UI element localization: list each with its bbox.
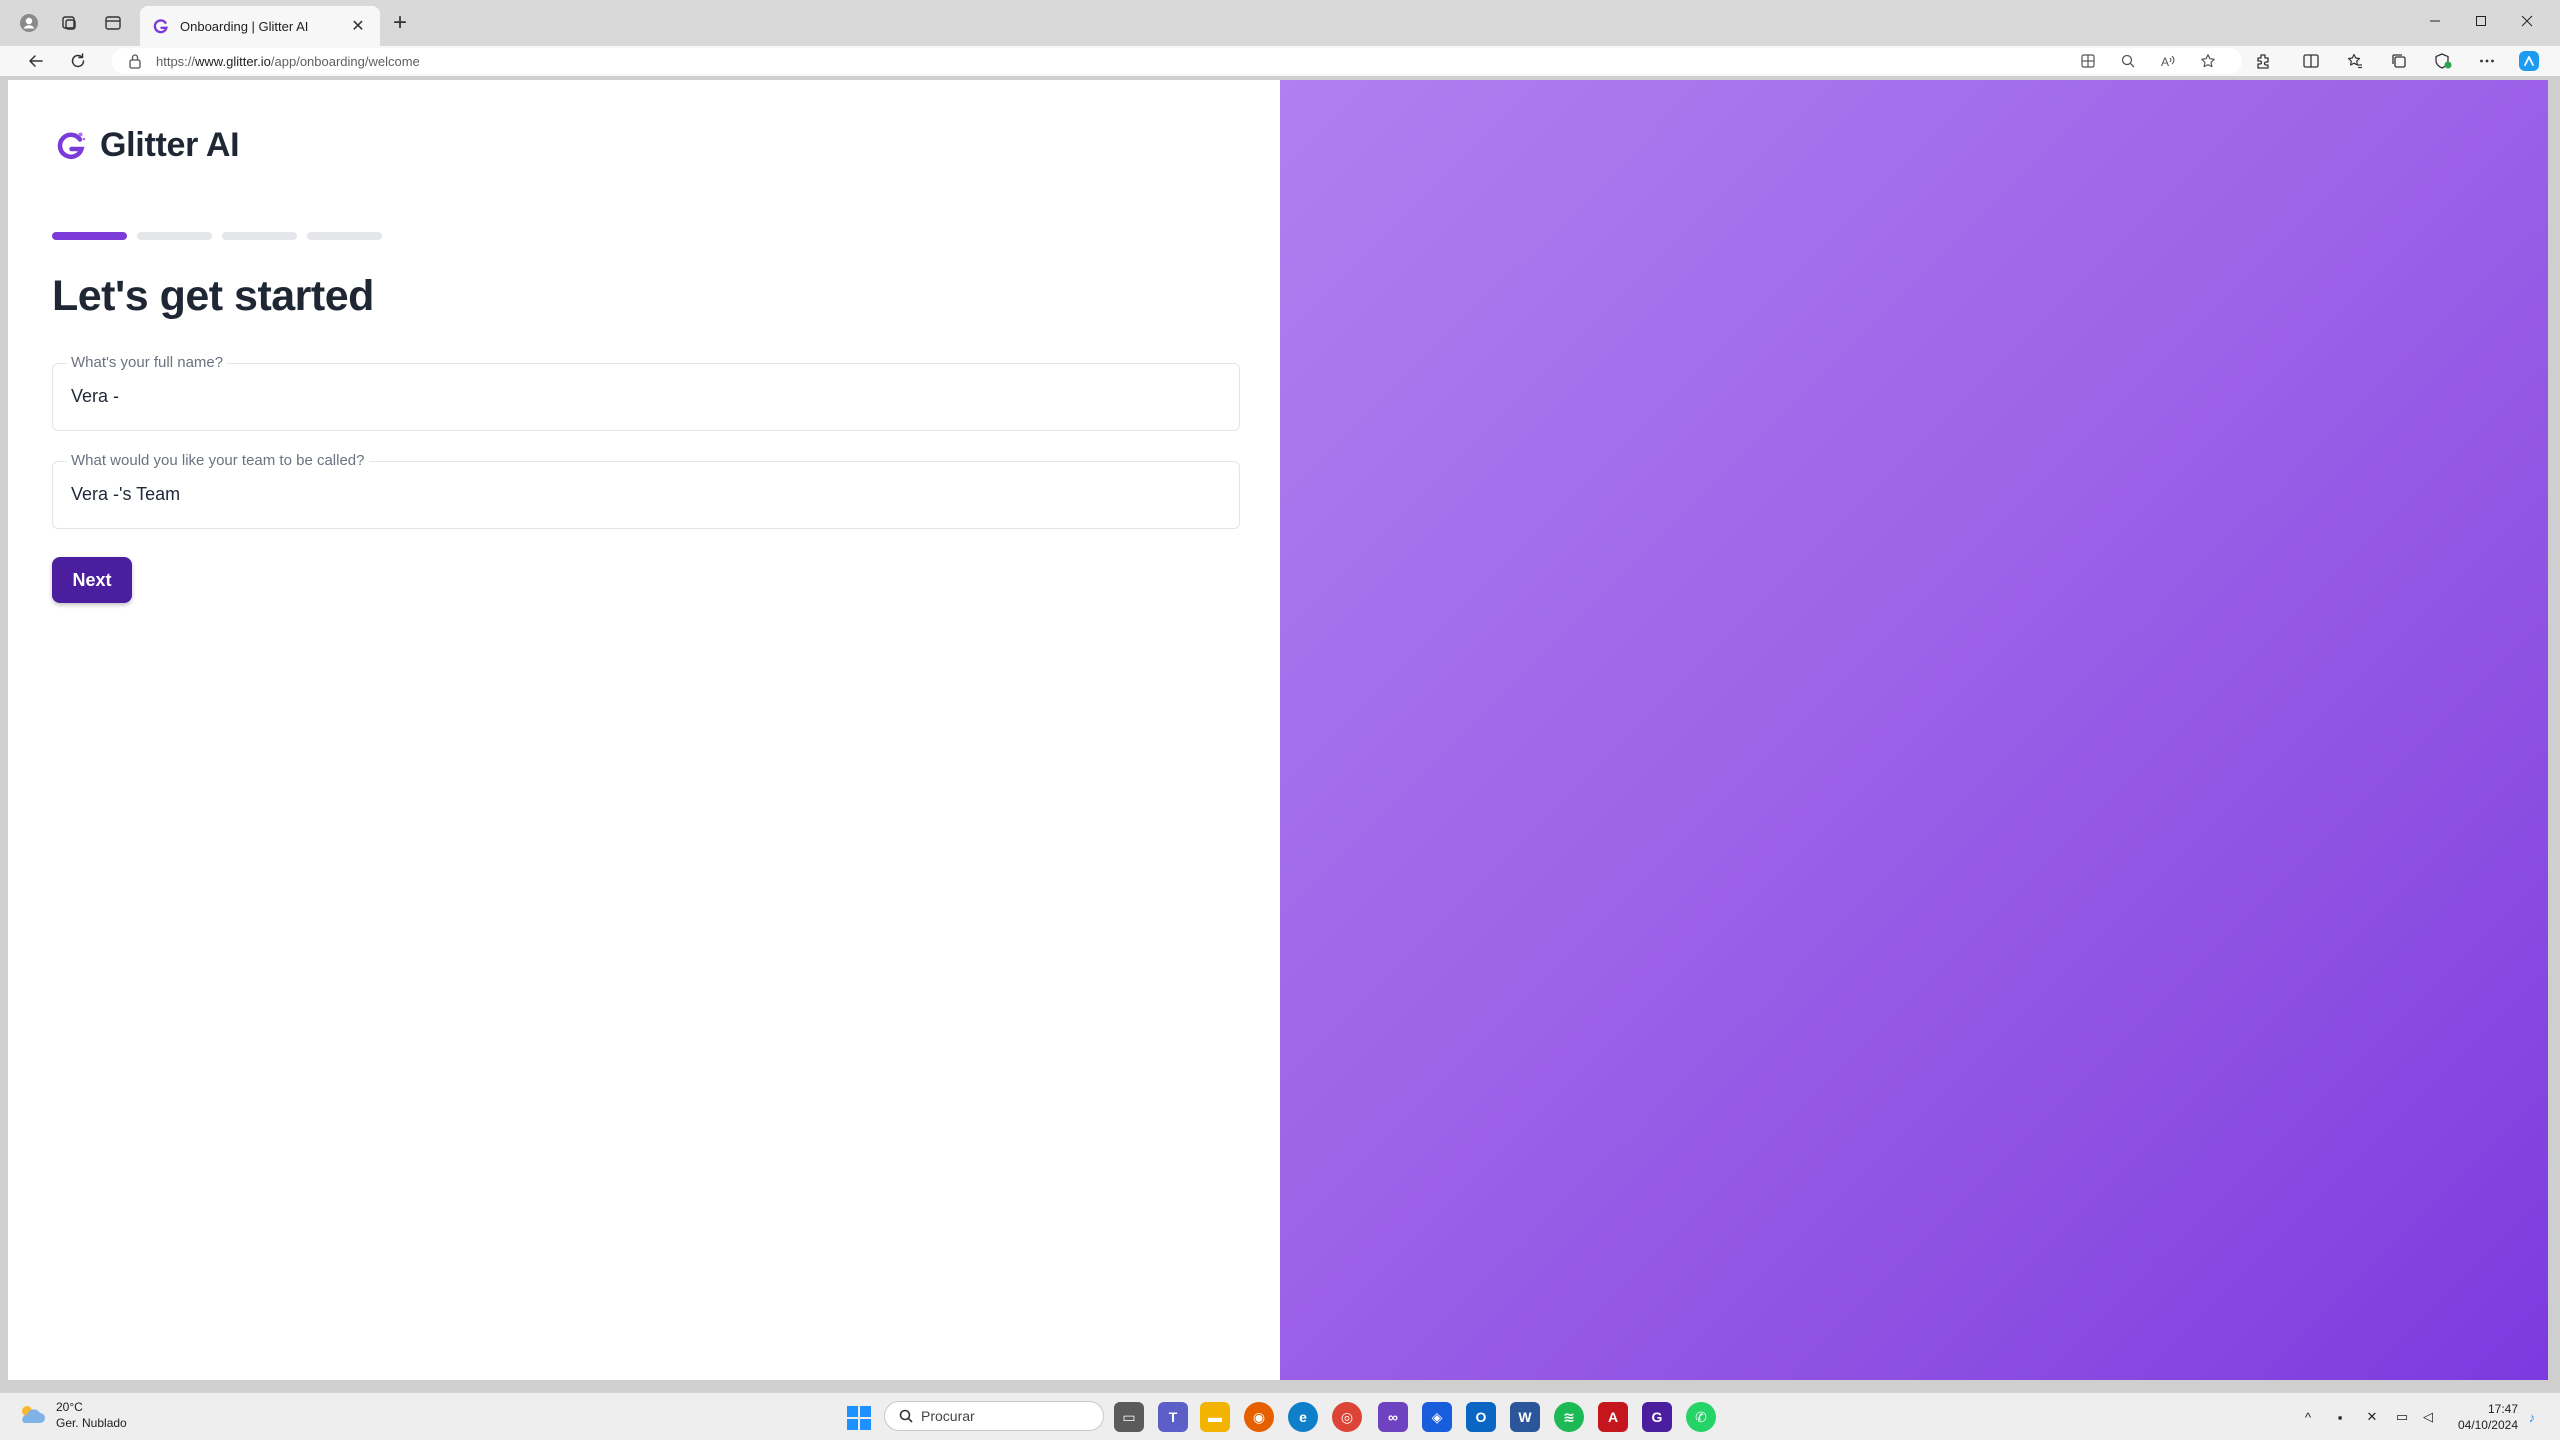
- tab-title: Onboarding | Glitter AI: [180, 18, 309, 34]
- zoom-icon[interactable]: [2116, 50, 2140, 72]
- tray-app-icon[interactable]: ▪: [2330, 1407, 2350, 1427]
- team-name-field[interactable]: What would you like your team to be call…: [52, 452, 1240, 529]
- brand-name: Glitter AI: [100, 126, 240, 164]
- progress-step-2: [137, 232, 212, 240]
- browser-toolbar: https://www.glitter.io/app/onboarding/we…: [0, 46, 2560, 76]
- clock-time: 17:47: [2487, 1402, 2518, 1416]
- address-bar[interactable]: https://www.glitter.io/app/onboarding/we…: [112, 48, 2242, 74]
- weather-desc: Ger. Nublado: [56, 1416, 127, 1430]
- progress-step-3: [222, 232, 297, 240]
- pdf-icon[interactable]: A: [1598, 1402, 1628, 1432]
- new-tab-button[interactable]: +: [386, 10, 414, 38]
- glitter-logo-icon: [57, 132, 86, 159]
- refresh-icon[interactable]: [62, 46, 94, 76]
- spotify-icon[interactable]: ≋: [1554, 1402, 1584, 1432]
- notification-bell-icon[interactable]: ♪: [2522, 1407, 2542, 1427]
- tab-onboarding[interactable]: Onboarding | Glitter AI ✕: [140, 6, 380, 46]
- edge-icon[interactable]: e: [1288, 1402, 1318, 1432]
- task-view-icon[interactable]: ▭: [1114, 1402, 1144, 1432]
- progress-step-1: [52, 232, 127, 240]
- volume-icon[interactable]: ◁: [2418, 1407, 2438, 1427]
- profile-icon[interactable]: [14, 9, 44, 37]
- next-button[interactable]: Next: [52, 557, 132, 603]
- firefox-icon[interactable]: ◉: [1244, 1402, 1274, 1432]
- tab-actions-icon[interactable]: [98, 9, 128, 37]
- copilot-icon[interactable]: [2514, 49, 2544, 73]
- system-clock[interactable]: 17:47 04/10/2024: [2448, 1401, 2518, 1433]
- decorative-gradient-panel: [1280, 80, 2548, 1380]
- search-icon: [899, 1409, 913, 1423]
- onboarding-progress: [52, 232, 382, 240]
- extensions-icon[interactable]: [2248, 49, 2278, 73]
- lock-icon[interactable]: [126, 52, 144, 70]
- collections-icon[interactable]: [2384, 49, 2414, 73]
- windows-taskbar: 20°C Ger. Nublado Procurar ▭ T ▬ ◉ e ◎ ∞…: [0, 1392, 2560, 1440]
- full-name-input[interactable]: Vera -: [71, 386, 119, 407]
- full-name-field[interactable]: What's your full name? Vera -: [52, 354, 1240, 431]
- network-icon[interactable]: ▭: [2392, 1407, 2412, 1427]
- page-viewport: Glitter AI Let's get started What's your…: [8, 80, 2548, 1380]
- progress-step-4: [307, 232, 382, 240]
- read-aloud-icon[interactable]: A: [2156, 50, 2180, 72]
- cloud-icon: [22, 1406, 45, 1423]
- onboarding-form-pane: Glitter AI Let's get started What's your…: [8, 80, 1280, 1380]
- full-name-label: What's your full name?: [67, 354, 228, 371]
- minimize-icon[interactable]: [2412, 4, 2458, 38]
- app-available-icon[interactable]: [2076, 50, 2100, 72]
- glitter-icon[interactable]: G: [1642, 1402, 1672, 1432]
- app-icon[interactable]: ∞: [1378, 1402, 1408, 1432]
- close-tab-icon[interactable]: ✕: [348, 16, 368, 36]
- page-title: Let's get started: [52, 272, 374, 320]
- favorite-star-icon[interactable]: [2196, 50, 2220, 72]
- glitter-favicon-icon: [153, 19, 168, 34]
- url-text: https://www.glitter.io/app/onboarding/we…: [156, 53, 420, 69]
- windows-start-icon[interactable]: [846, 1405, 872, 1431]
- weather-widget[interactable]: 20°C Ger. Nublado: [16, 1399, 127, 1431]
- back-icon[interactable]: [20, 46, 52, 76]
- svg-text:A: A: [2161, 55, 2169, 69]
- browser-essentials-icon[interactable]: [2428, 49, 2458, 73]
- favorites-icon[interactable]: [2340, 49, 2370, 73]
- split-screen-icon[interactable]: [2296, 49, 2326, 73]
- folder-icon[interactable]: ▬: [1200, 1402, 1230, 1432]
- word-icon[interactable]: W: [1510, 1402, 1540, 1432]
- chrome-icon[interactable]: ◎: [1332, 1402, 1362, 1432]
- maximize-icon[interactable]: [2458, 4, 2504, 38]
- search-placeholder: Procurar: [921, 1408, 975, 1424]
- close-window-icon[interactable]: [2504, 4, 2550, 38]
- more-options-icon[interactable]: [2472, 49, 2502, 73]
- team-name-input[interactable]: Vera -'s Team: [71, 484, 180, 505]
- outlook-icon[interactable]: O: [1466, 1402, 1496, 1432]
- mic-muted-icon[interactable]: ✕: [2362, 1407, 2382, 1427]
- team-name-label: What would you like your team to be call…: [67, 452, 369, 469]
- teams-icon[interactable]: T: [1158, 1402, 1188, 1432]
- workspaces-icon[interactable]: [54, 9, 84, 37]
- clock-date: 04/10/2024: [2457, 1418, 2518, 1432]
- bitwarden-icon[interactable]: ◈: [1422, 1402, 1452, 1432]
- taskbar-search[interactable]: Procurar: [884, 1401, 1104, 1431]
- weather-temp: 20°C: [56, 1400, 83, 1414]
- whatsapp-icon[interactable]: ✆: [1686, 1402, 1716, 1432]
- brand-logo: Glitter AI: [54, 126, 240, 165]
- browser-tabstrip: Onboarding | Glitter AI ✕ +: [0, 0, 2560, 46]
- chevron-up-icon[interactable]: ^: [2298, 1407, 2318, 1427]
